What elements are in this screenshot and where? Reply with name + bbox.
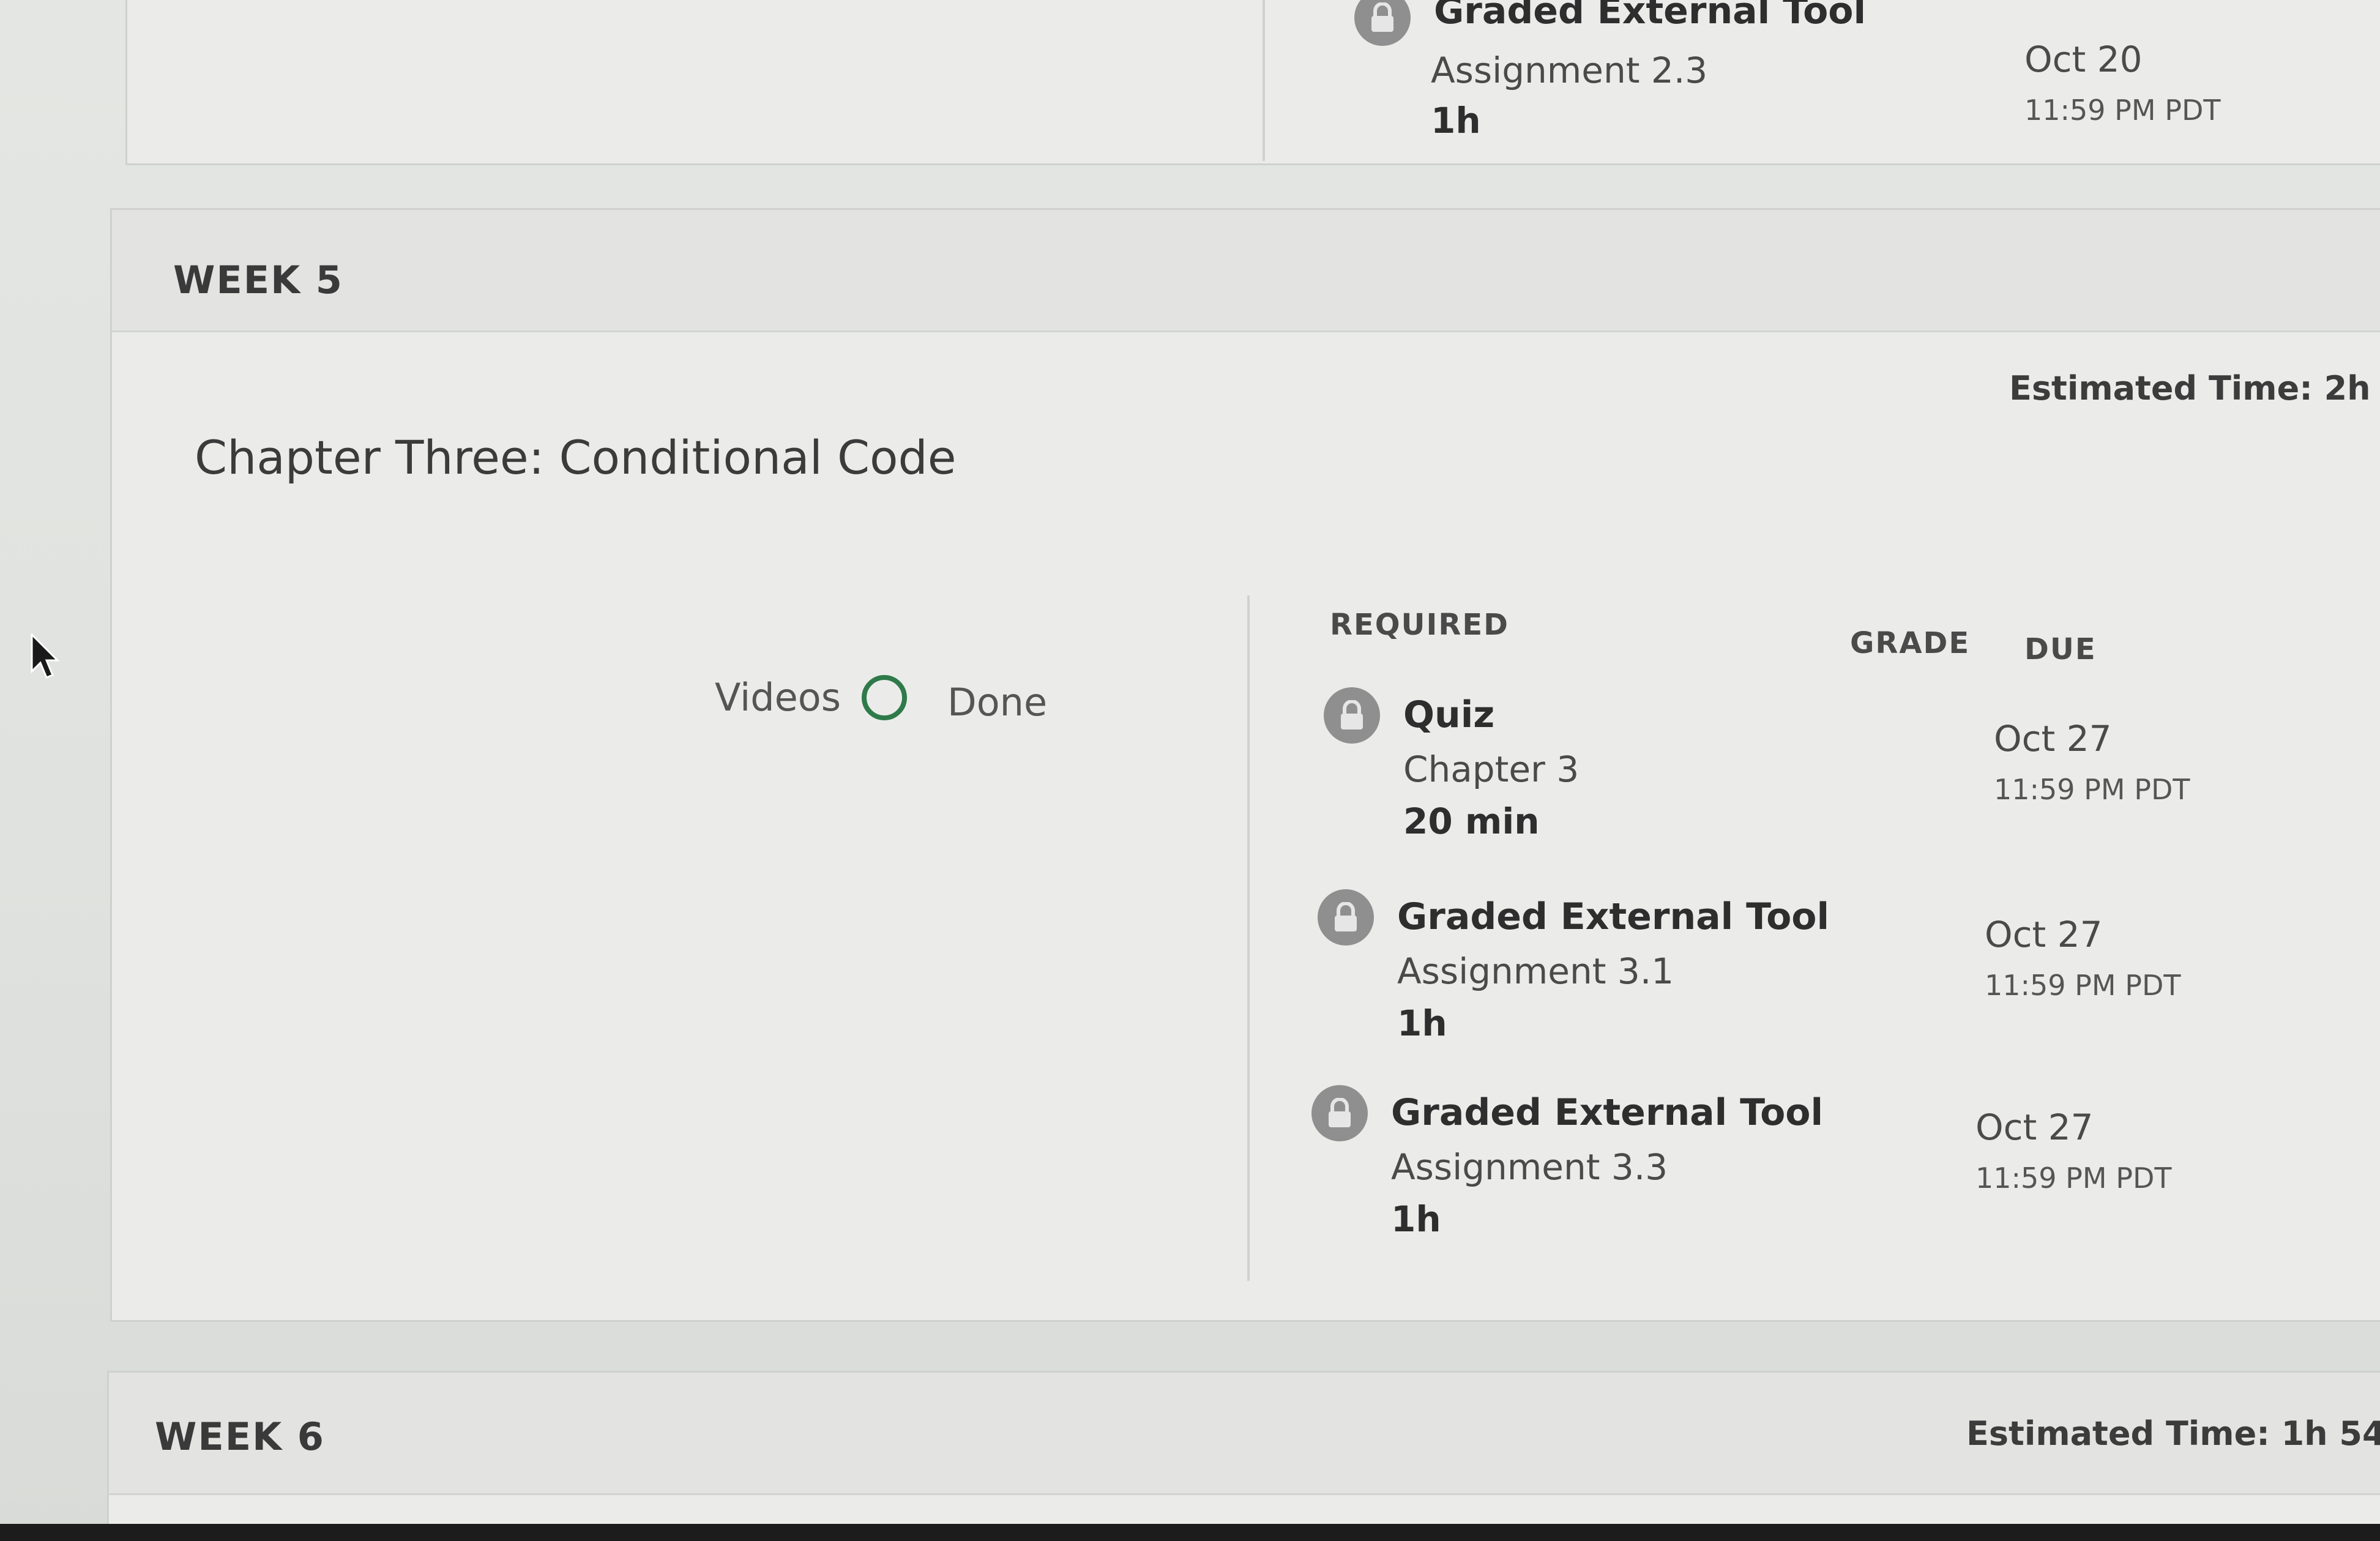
lock-icon xyxy=(1318,889,1374,946)
week4-panel: Graded External Tool Assignment 2.3 1h O… xyxy=(125,0,2380,165)
due-time: 11:59 PM PDT xyxy=(1994,773,2190,806)
chapter-title: Chapter Three: Conditional Code xyxy=(195,430,957,485)
week5-panel: WEEK 5 Estimated Time: 2h 20m Chapter Th… xyxy=(110,208,2380,1322)
due-time: 11:59 PM PDT xyxy=(1985,969,2181,1002)
week4-divider xyxy=(1263,0,1265,161)
item-type[interactable]: Graded External Tool xyxy=(1391,1091,1823,1134)
item-duration: 1h xyxy=(1397,1002,1447,1044)
done-label: Done xyxy=(947,680,1048,725)
week-title: WEEK 5 xyxy=(173,258,343,302)
due-time: 11:59 PM PDT xyxy=(2024,94,2221,127)
week6-header[interactable]: WEEK 6 Estimated Time: 1h 54m xyxy=(109,1373,2380,1495)
item-duration: 1h xyxy=(1391,1198,1441,1240)
lock-icon xyxy=(1311,1085,1368,1141)
estimated-time: Estimated Time: 1h 54m xyxy=(1966,1414,2380,1453)
item-name: Assignment 3.1 xyxy=(1397,950,1674,992)
grade-header: GRADE xyxy=(1850,626,1971,660)
item-duration: 20 min xyxy=(1403,800,1540,842)
mouse-cursor-icon xyxy=(31,633,60,679)
videos-label: Videos xyxy=(715,675,841,720)
due-date: Oct 27 xyxy=(1985,914,2103,955)
due-header: DUE xyxy=(2024,632,2097,666)
lock-icon xyxy=(1354,0,1411,46)
required-header: REQUIRED xyxy=(1330,608,1509,642)
item-type[interactable]: Graded External Tool xyxy=(1434,0,1866,32)
due-time: 11:59 PM PDT xyxy=(1975,1162,2172,1195)
week-title: WEEK 6 xyxy=(155,1414,325,1459)
item-name: Assignment 3.3 xyxy=(1391,1146,1668,1188)
week5-header[interactable]: WEEK 5 xyxy=(112,210,2380,332)
due-date: Oct 20 xyxy=(2024,39,2143,80)
item-name: Assignment 2.3 xyxy=(1431,50,1708,91)
item-name: Chapter 3 xyxy=(1403,748,1580,790)
lock-icon xyxy=(1324,687,1380,744)
week6-panel: WEEK 6 Estimated Time: 1h 54m xyxy=(107,1371,2380,1541)
item-type[interactable]: Graded External Tool xyxy=(1397,895,1829,938)
week5-divider xyxy=(1247,595,1250,1281)
estimated-time: Estimated Time: 2h 20m xyxy=(2009,369,2380,408)
screen: Graded External Tool Assignment 2.3 1h O… xyxy=(0,0,2380,1541)
item-duration: 1h xyxy=(1431,100,1481,141)
due-date: Oct 27 xyxy=(1975,1106,2094,1148)
item-type[interactable]: Quiz xyxy=(1403,693,1494,736)
screen-bezel xyxy=(0,1524,2380,1541)
done-status-icon[interactable] xyxy=(862,675,907,720)
due-date: Oct 27 xyxy=(1994,718,2112,759)
